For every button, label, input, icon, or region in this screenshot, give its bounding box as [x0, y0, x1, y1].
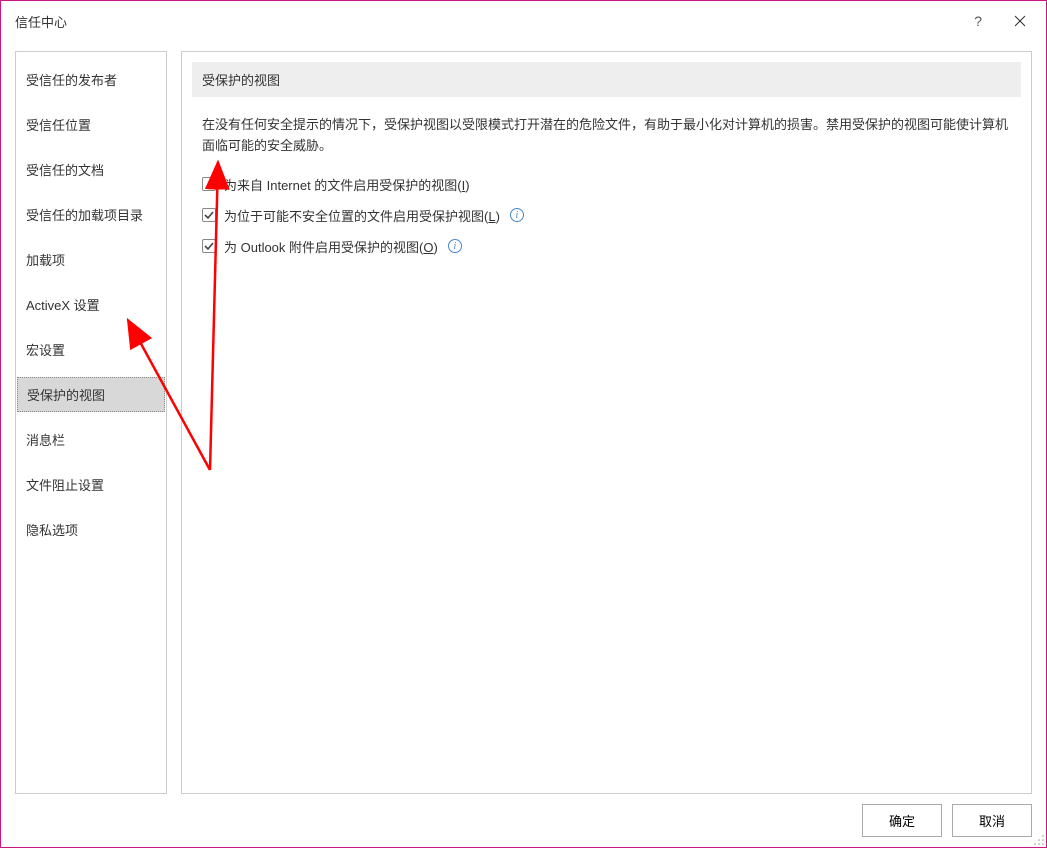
dialog-title: 信任中心: [15, 12, 67, 31]
cancel-button[interactable]: 取消: [952, 804, 1032, 837]
info-icon[interactable]: i: [448, 239, 462, 253]
sidebar-item-9[interactable]: 文件阻止设置: [16, 467, 166, 502]
close-icon[interactable]: [1008, 11, 1032, 31]
sidebar-item-10[interactable]: 隐私选项: [16, 512, 166, 547]
section-description: 在没有任何安全提示的情况下，受保护视图以受限模式打开潜在的危险文件，有助于最小化…: [202, 115, 1011, 157]
checkbox-label-1: 为位于可能不安全位置的文件启用受保护视图(L): [224, 206, 500, 225]
checkbox-label-2: 为 Outlook 附件启用受保护的视图(O): [224, 237, 438, 256]
sidebar-item-4[interactable]: 加载项: [16, 242, 166, 277]
main-panel: 受保护的视图 在没有任何安全提示的情况下，受保护视图以受限模式打开潜在的危险文件…: [181, 51, 1032, 794]
checkbox-1[interactable]: [202, 208, 216, 222]
sidebar-item-7[interactable]: 受保护的视图: [17, 377, 165, 412]
help-icon[interactable]: ?: [968, 9, 988, 33]
sidebar-item-5[interactable]: ActiveX 设置: [16, 287, 166, 322]
ok-button[interactable]: 确定: [862, 804, 942, 837]
checkbox-row-1: 为位于可能不安全位置的文件启用受保护视图(L) i: [202, 206, 1011, 225]
section-header: 受保护的视图: [192, 62, 1021, 97]
sidebar-item-3[interactable]: 受信任的加载项目录: [16, 197, 166, 232]
checkbox-label-0: 为来自 Internet 的文件启用受保护的视图(I): [224, 175, 470, 194]
content-area: 受信任的发布者受信任位置受信任的文档受信任的加载项目录加载项 ActiveX 设置…: [1, 41, 1046, 794]
title-bar: 信任中心 ?: [1, 1, 1046, 41]
sidebar-item-1[interactable]: 受信任位置: [16, 107, 166, 142]
checkbox-0[interactable]: [202, 177, 216, 191]
checkbox-2[interactable]: [202, 239, 216, 253]
info-icon[interactable]: i: [510, 208, 524, 222]
sidebar-item-0[interactable]: 受信任的发布者: [16, 62, 166, 97]
checkbox-row-2: 为 Outlook 附件启用受保护的视图(O) i: [202, 237, 1011, 256]
trust-center-dialog: 信任中心 ? 受信任的发布者受信任位置受信任的文档受信任的加载项目录加载项 Act…: [0, 0, 1047, 848]
sidebar: 受信任的发布者受信任位置受信任的文档受信任的加载项目录加载项 ActiveX 设置…: [15, 51, 167, 794]
button-bar: 确定 取消: [1, 794, 1046, 847]
checkbox-row-0: 为来自 Internet 的文件启用受保护的视图(I): [202, 175, 1011, 194]
title-bar-controls: ?: [968, 9, 1032, 33]
sidebar-item-8[interactable]: 消息栏: [16, 422, 166, 457]
sidebar-item-2[interactable]: 受信任的文档: [16, 152, 166, 187]
sidebar-item-6[interactable]: 宏设置: [16, 332, 166, 367]
